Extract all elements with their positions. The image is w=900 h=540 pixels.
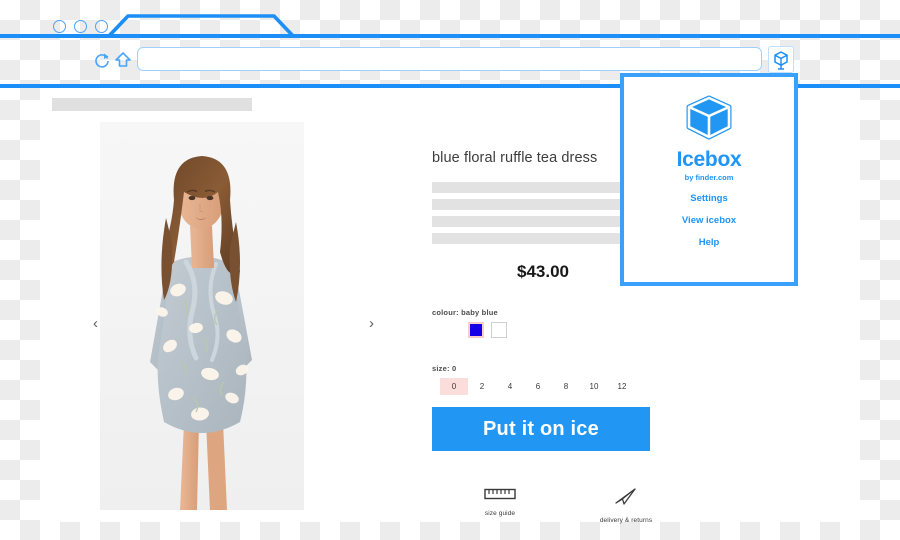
- size-guide-label: size guide: [484, 510, 516, 517]
- icebox-cube-logo: [686, 95, 732, 140]
- product-gallery[interactable]: [100, 122, 304, 510]
- reload-icon[interactable]: [92, 50, 112, 70]
- page-header-placeholder: [52, 98, 252, 111]
- size-option[interactable]: 0: [440, 378, 468, 395]
- screenshot-root: ‹ › blue floral ruffle tea dress $43.00 …: [0, 0, 900, 540]
- size-option[interactable]: 8: [552, 378, 580, 395]
- size-option[interactable]: 4: [496, 378, 524, 395]
- popup-menu-settings[interactable]: Settings: [624, 193, 794, 204]
- icebox-cube-icon: [774, 50, 788, 70]
- window-dot-close[interactable]: [53, 20, 66, 33]
- product-image: [100, 122, 304, 510]
- size-selector[interactable]: 0 2 4 6 8 10 12: [440, 378, 732, 395]
- icebox-title: Icebox: [676, 148, 742, 171]
- paper-plane-icon: [615, 488, 636, 505]
- product-footer-links: size guide delivery & returns: [464, 487, 732, 524]
- size-option[interactable]: 6: [524, 378, 552, 395]
- popup-menu-help[interactable]: Help: [624, 237, 794, 248]
- icebox-subtitle: by finder.com: [684, 173, 734, 182]
- tabstrip-divider: [0, 34, 900, 38]
- size-option[interactable]: 10: [580, 378, 608, 395]
- size-option[interactable]: 2: [468, 378, 496, 395]
- window-controls[interactable]: [53, 20, 108, 33]
- colour-swatch-white[interactable]: [491, 322, 507, 338]
- url-input[interactable]: [138, 48, 761, 70]
- size-label: size: 0: [432, 364, 457, 373]
- ruler-icon: [484, 488, 516, 500]
- address-bar[interactable]: [137, 47, 762, 71]
- delivery-returns-label: delivery & returns: [599, 517, 653, 524]
- icebox-logo: [624, 95, 794, 146]
- gallery-prev-arrow[interactable]: ‹: [93, 316, 98, 331]
- gallery-next-arrow[interactable]: ›: [369, 316, 374, 331]
- colour-swatch-baby-blue[interactable]: [468, 322, 484, 338]
- colour-swatches[interactable]: [468, 322, 732, 338]
- window-dot-minimize[interactable]: [74, 20, 87, 33]
- popup-menu-view-icebox[interactable]: View icebox: [624, 215, 794, 226]
- home-icon[interactable]: [113, 50, 133, 70]
- put-it-on-ice-button[interactable]: Put it on ice: [432, 407, 650, 451]
- size-option[interactable]: 12: [608, 378, 636, 395]
- delivery-returns-link[interactable]: delivery & returns: [590, 487, 662, 524]
- icebox-popup[interactable]: Icebox by finder.com Settings View icebo…: [620, 73, 798, 286]
- colour-label: colour: baby blue: [432, 308, 498, 317]
- size-guide-link[interactable]: size guide: [464, 487, 536, 524]
- icebox-extension-button[interactable]: [768, 46, 794, 73]
